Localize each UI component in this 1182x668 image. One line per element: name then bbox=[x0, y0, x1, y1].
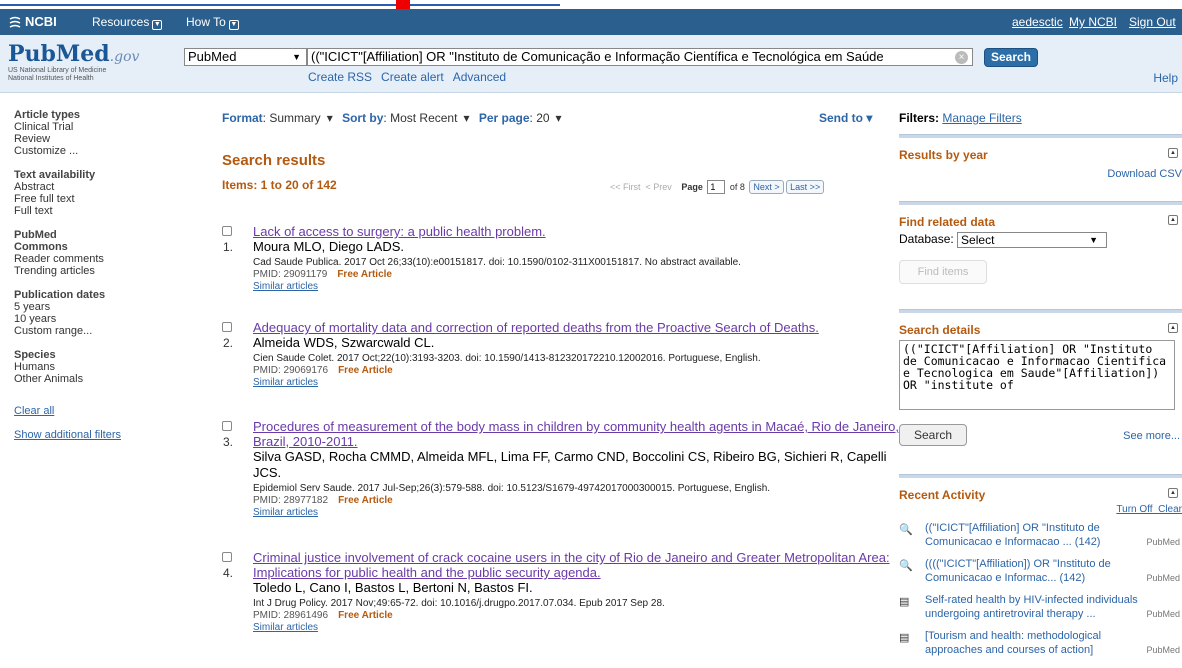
chevron-down-icon: ▼ bbox=[1089, 235, 1099, 245]
filter-heading: PubMed bbox=[14, 229, 57, 241]
database-select[interactable]: PubMed ▼ bbox=[184, 48, 307, 66]
send-to-menu[interactable]: Send to ▾ bbox=[819, 111, 872, 125]
next-page-button[interactable]: Next > bbox=[749, 180, 784, 194]
search-input[interactable]: (("ICICT"[Affiliation] OR "Instituto de … bbox=[307, 48, 973, 66]
filter-heading: Publication dates bbox=[14, 289, 106, 301]
top-strip bbox=[0, 0, 1182, 9]
filter-customize[interactable]: Customize ... bbox=[14, 145, 204, 157]
pager: << First < Prev Page of 8 Next > Last >> bbox=[610, 180, 825, 194]
collapse-icon[interactable]: ▲ bbox=[1168, 323, 1178, 333]
ncbi-logo-icon bbox=[9, 16, 21, 28]
last-page-button[interactable]: Last >> bbox=[786, 180, 825, 194]
filter-full-text[interactable]: Full text bbox=[14, 205, 204, 217]
select-checkbox[interactable] bbox=[222, 226, 232, 236]
manage-filters-link[interactable]: Manage Filters bbox=[942, 111, 1021, 125]
first-page: << First bbox=[610, 182, 641, 192]
activity-item[interactable]: 🔍 (("ICICT"[Affiliation] OR "Instituto de… bbox=[899, 521, 1182, 549]
chevron-down-icon: ▼ bbox=[292, 52, 301, 62]
red-marker bbox=[396, 0, 410, 9]
filter-free-full-text[interactable]: Free full text bbox=[14, 193, 204, 205]
similar-link[interactable]: Similar articles bbox=[253, 507, 903, 519]
search-details-textarea[interactable]: (("ICICT"[Affiliation] OR "Instituto de … bbox=[899, 340, 1175, 410]
related-data-panel: Find related data ▲ Database: Select ▼ Fin… bbox=[899, 201, 1182, 284]
advanced-link[interactable]: Advanced bbox=[453, 70, 506, 84]
show-filters-link[interactable]: Show additional filters bbox=[14, 429, 204, 441]
filter-abstract[interactable]: Abstract bbox=[14, 181, 204, 193]
user-link[interactable]: aedesctic bbox=[1012, 15, 1063, 29]
similar-link[interactable]: Similar articles bbox=[253, 281, 903, 293]
resources-menu[interactable]: Resources ▼ bbox=[92, 15, 163, 30]
activity-item[interactable]: 🔍 (((("ICICT"[Affiliation]) OR "Instituto… bbox=[899, 557, 1182, 585]
result-title[interactable]: Criminal justice involvement of crack co… bbox=[253, 550, 903, 580]
clear-icon[interactable]: × bbox=[955, 51, 968, 64]
search-button[interactable]: Search bbox=[984, 48, 1038, 67]
prev-page: < Prev bbox=[645, 182, 672, 192]
ncbi-bar: NCBI Resources ▼ How To ▼ aedesctic My NCB… bbox=[0, 9, 1182, 35]
left-sidebar: Article types Clinical Trial Review Cust… bbox=[14, 109, 204, 441]
similar-link[interactable]: Similar articles bbox=[253, 377, 903, 389]
result-title[interactable]: Adequacy of mortality data and correctio… bbox=[253, 320, 903, 335]
chevron-down-icon: ▼ bbox=[152, 20, 163, 30]
filters-label: Filters: Manage Filters bbox=[899, 111, 1022, 125]
select-checkbox[interactable] bbox=[222, 421, 232, 431]
create-rss-link[interactable]: Create RSS bbox=[308, 70, 372, 84]
filter-10-years[interactable]: 10 years bbox=[14, 313, 204, 325]
my-ncbi-link[interactable]: My NCBI bbox=[1069, 15, 1117, 29]
search-header: PubMed.gov US National Library of Medici… bbox=[0, 35, 1182, 93]
search-icon: 🔍 bbox=[899, 560, 913, 572]
ncbi-logo[interactable]: NCBI bbox=[8, 14, 57, 29]
filter-custom-range[interactable]: Custom range... bbox=[14, 325, 204, 337]
filter-heading: Species bbox=[14, 349, 56, 361]
select-checkbox[interactable] bbox=[222, 322, 232, 332]
details-search-button[interactable]: Search bbox=[899, 424, 967, 446]
pubmed-logo[interactable]: PubMed.gov US National Library of Medici… bbox=[8, 41, 139, 83]
chevron-down-icon: ▼ bbox=[228, 20, 239, 30]
collapse-icon[interactable]: ▲ bbox=[1168, 488, 1178, 498]
download-csv-link[interactable]: Download CSV bbox=[899, 168, 1182, 180]
document-icon: ▤ bbox=[899, 632, 910, 644]
filter-humans[interactable]: Humans bbox=[14, 361, 204, 373]
collapse-icon[interactable]: ▲ bbox=[1168, 148, 1178, 158]
display-settings[interactable]: Format: Summary ▾ Sort by: Most Recent ▾ P… bbox=[222, 111, 562, 125]
filter-heading: Text availability bbox=[14, 169, 96, 181]
search-icon: 🔍 bbox=[899, 524, 913, 536]
page-input[interactable] bbox=[707, 180, 726, 194]
recent-activity-panel: Recent Activity ▲ Turn Off Clear 🔍 (("ICIC… bbox=[899, 474, 1182, 657]
create-alert-link[interactable]: Create alert bbox=[381, 70, 444, 84]
collapse-icon[interactable]: ▲ bbox=[1168, 215, 1178, 225]
help-link[interactable]: Help bbox=[1153, 71, 1178, 85]
see-more-link[interactable]: See more... bbox=[1123, 430, 1180, 442]
items-count: Items: 1 to 20 of 142 bbox=[222, 178, 337, 192]
similar-link[interactable]: Similar articles bbox=[253, 622, 903, 634]
document-icon: ▤ bbox=[899, 596, 910, 608]
filter-trending[interactable]: Trending articles bbox=[14, 265, 204, 277]
database-dropdown[interactable]: Select ▼ bbox=[957, 232, 1108, 248]
clear-all-link[interactable]: Clear all bbox=[14, 405, 204, 417]
activity-item[interactable]: ▤ [Tourism and health: methodological app… bbox=[899, 629, 1182, 657]
results-heading: Search results bbox=[222, 152, 326, 169]
find-items-button[interactable]: Find items bbox=[899, 260, 987, 284]
turn-off-link[interactable]: Turn Off bbox=[1116, 504, 1152, 515]
select-checkbox[interactable] bbox=[222, 552, 232, 562]
search-details-panel: Search details ▲ (("ICICT"[Affiliation] O… bbox=[899, 309, 1182, 446]
results-by-year-panel: Results by year ▲ Download CSV bbox=[899, 134, 1182, 180]
result-title[interactable]: Lack of access to surgery: a public heal… bbox=[253, 224, 903, 239]
filter-clinical-trial[interactable]: Clinical Trial bbox=[14, 121, 204, 133]
filter-reader-comments[interactable]: Reader comments bbox=[14, 253, 204, 265]
activity-item[interactable]: ▤ Self-rated health by HIV-infected indiv… bbox=[899, 593, 1182, 621]
clear-link[interactable]: Clear bbox=[1158, 504, 1182, 515]
filter-5-years[interactable]: 5 years bbox=[14, 301, 204, 313]
filter-other-animals[interactable]: Other Animals bbox=[14, 373, 204, 385]
sign-out-link[interactable]: Sign Out bbox=[1129, 15, 1176, 29]
filter-heading: Commons bbox=[14, 241, 68, 253]
result-title[interactable]: Procedures of measurement of the body ma… bbox=[253, 419, 903, 449]
howto-menu[interactable]: How To ▼ bbox=[186, 15, 239, 30]
filter-heading: Article types bbox=[14, 109, 81, 121]
filter-review[interactable]: Review bbox=[14, 133, 204, 145]
